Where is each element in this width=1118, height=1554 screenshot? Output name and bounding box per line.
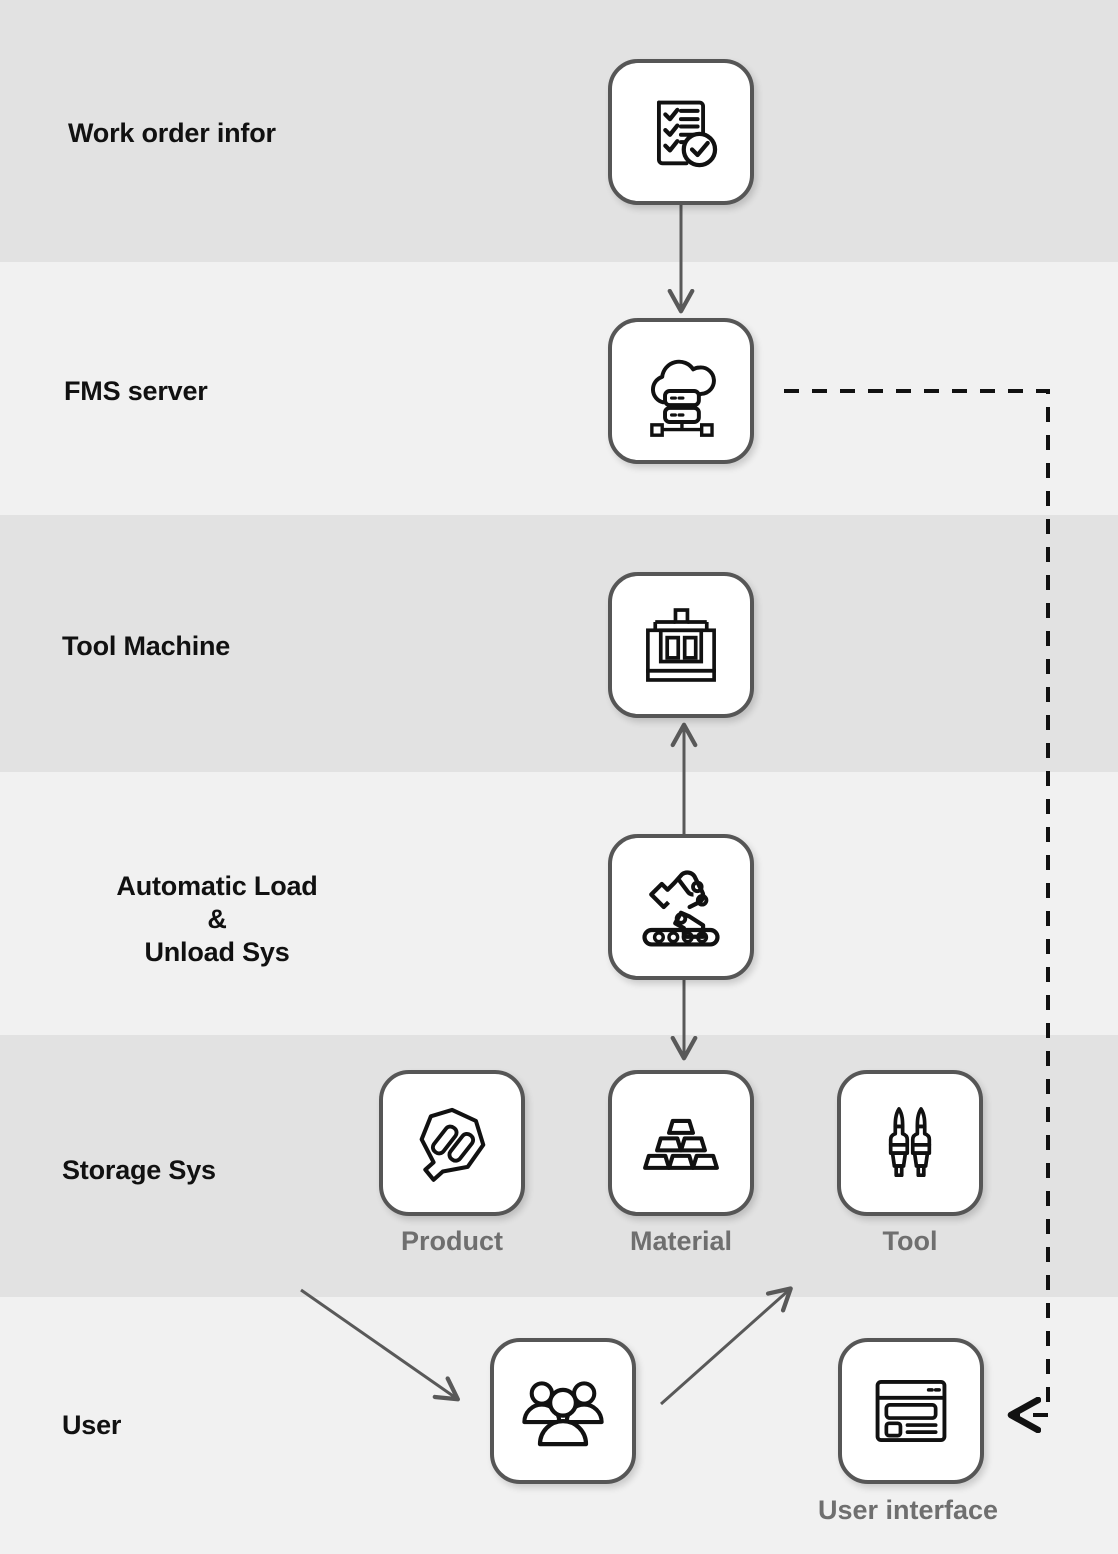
row-label-tool-machine: Tool Machine <box>62 631 231 661</box>
product-part-icon <box>406 1097 498 1189</box>
caption-tool: Tool <box>882 1226 938 1256</box>
node-load-unload-tile[interactable] <box>608 834 754 980</box>
node-fms-server-tile[interactable] <box>608 318 754 464</box>
diagram-canvas: Work order infor FMS server Tool Machine… <box>0 0 1118 1554</box>
node-tool-tile[interactable] <box>837 1070 983 1216</box>
material-ingots-icon <box>635 1097 727 1189</box>
row-label-user: User <box>62 1410 122 1440</box>
robot-arm-conveyor-icon <box>633 859 729 955</box>
caption-product: Product <box>400 1226 503 1256</box>
caption-material: Material <box>629 1226 733 1256</box>
cutting-tools-icon <box>864 1097 956 1189</box>
node-tool-machine-tile[interactable] <box>608 572 754 718</box>
row-label-storage-sys: Storage Sys <box>62 1155 216 1185</box>
cloud-server-icon <box>634 344 728 438</box>
node-users-tile[interactable] <box>490 1338 636 1484</box>
caption-user-interface: User interface <box>817 1495 999 1525</box>
row-label-work-order: Work order infor <box>68 118 276 148</box>
cnc-machine-icon <box>635 599 727 691</box>
row-label-load-unload: Automatic Load & Unload Sys <box>116 871 318 967</box>
browser-window-icon <box>867 1367 955 1455</box>
checklist-document-icon <box>635 86 727 178</box>
node-material-tile[interactable] <box>608 1070 754 1216</box>
row-label-fms-server: FMS server <box>64 376 208 406</box>
node-user-interface-tile[interactable] <box>838 1338 984 1484</box>
node-product-tile[interactable] <box>379 1070 525 1216</box>
node-work-order-tile[interactable] <box>608 59 754 205</box>
people-group-icon <box>517 1365 609 1457</box>
